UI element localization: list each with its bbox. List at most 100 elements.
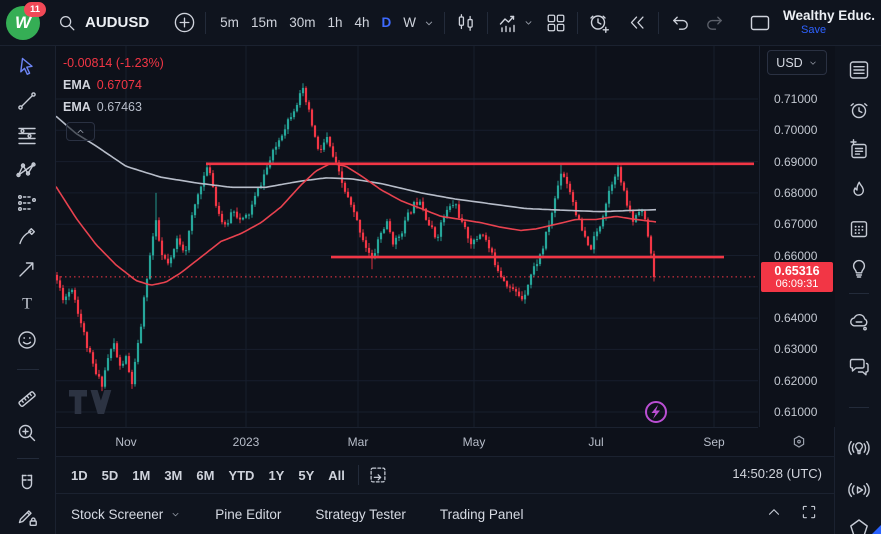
- layout-grid-icon[interactable]: [543, 10, 569, 36]
- chats-icon[interactable]: [845, 352, 873, 380]
- interval-w[interactable]: W: [397, 11, 422, 34]
- live-icon[interactable]: [845, 476, 873, 504]
- go-to-date-icon[interactable]: [365, 462, 391, 488]
- separator: [577, 12, 578, 34]
- ema2-value: 0.67463: [97, 100, 142, 114]
- text-icon[interactable]: T: [13, 289, 41, 317]
- interval-4h[interactable]: 4h: [349, 11, 376, 34]
- tab-trading-panel[interactable]: Trading Panel: [440, 507, 524, 522]
- price-tick-0.71000: 0.71000: [774, 92, 817, 106]
- range-1d[interactable]: 1D: [64, 464, 95, 487]
- ideas-icon[interactable]: [845, 254, 873, 282]
- redo-icon[interactable]: [701, 10, 727, 36]
- indicators-chevron-icon[interactable]: [522, 16, 535, 29]
- panel-maximize-icon[interactable]: [798, 501, 820, 523]
- range-3m[interactable]: 3M: [157, 464, 189, 487]
- corner-resize-marker: [872, 525, 881, 534]
- watchlist-icon[interactable]: [845, 56, 873, 84]
- price-tick-0.62000: 0.62000: [774, 374, 817, 388]
- interval-15m[interactable]: 15m: [245, 11, 283, 34]
- shapes-icon[interactable]: [845, 514, 873, 534]
- save-button[interactable]: Save: [801, 24, 875, 37]
- legend-change-row[interactable]: -0.00814 (-1.23%): [63, 52, 164, 74]
- price-tick-0.70000: 0.70000: [774, 123, 817, 137]
- alert-plus-icon[interactable]: [586, 10, 612, 36]
- svg-text:T: T: [22, 296, 32, 313]
- range-5d[interactable]: 5D: [95, 464, 126, 487]
- legend-ema1-row[interactable]: EMA 0.67074: [63, 74, 164, 96]
- interval-5m[interactable]: 5m: [214, 11, 245, 34]
- change-value: -0.00814 (-1.23%): [63, 56, 164, 70]
- fullscreen-rect-icon[interactable]: [747, 10, 773, 36]
- tab-label: Stock Screener: [71, 507, 163, 522]
- app-logo[interactable]: W 11: [6, 6, 40, 40]
- separator: [487, 12, 488, 34]
- range-6m[interactable]: 6M: [189, 464, 221, 487]
- tab-stock-screener[interactable]: Stock Screener: [71, 507, 181, 522]
- price-tick-0.68000: 0.68000: [774, 186, 817, 200]
- chart-style-candles-icon[interactable]: [453, 10, 479, 36]
- cursor-icon[interactable]: [13, 52, 41, 80]
- toolbar-divider: [849, 293, 869, 294]
- separator: [205, 12, 206, 34]
- range-1y[interactable]: 1Y: [261, 464, 291, 487]
- price-tick-0.69000: 0.69000: [774, 155, 817, 169]
- search-icon[interactable]: [54, 10, 80, 36]
- bottom-panel-tabs: Stock Screener Pine Editor Strategy Tester…: [56, 493, 834, 534]
- tradingview-app: W 11 AUDUSD 5m15m30m1h4hDW: [0, 0, 881, 534]
- brush-icon[interactable]: [13, 222, 41, 250]
- last-price-label: 0.65316 06:09:31: [761, 262, 833, 292]
- range-5y[interactable]: 5Y: [291, 464, 321, 487]
- hotlists-icon[interactable]: [845, 176, 873, 204]
- panel-expand-chevron-icon[interactable]: [763, 501, 785, 523]
- lock-drawing-icon[interactable]: [13, 502, 41, 530]
- interval-chevron-icon[interactable]: [422, 16, 436, 30]
- news-icon[interactable]: [845, 136, 873, 164]
- range-ytd[interactable]: YTD: [221, 464, 261, 487]
- calendar-icon[interactable]: [845, 215, 873, 243]
- legend-ema2-row[interactable]: EMA 0.67463: [63, 96, 164, 118]
- zoom-in-icon[interactable]: [13, 419, 41, 447]
- trend-line-icon[interactable]: [13, 87, 41, 115]
- tab-strategy-tester[interactable]: Strategy Tester: [315, 507, 406, 522]
- fib-retracement-icon[interactable]: [13, 122, 41, 150]
- price-axis[interactable]: USD 0.65316 06:09:31 0.71000 0.70000 0.690…: [759, 46, 835, 427]
- bar-replay-icon[interactable]: [624, 10, 650, 36]
- ema1-label: EMA: [63, 78, 91, 92]
- arrow-marker-icon[interactable]: [13, 255, 41, 283]
- symbol-search-button[interactable]: AUDUSD: [85, 14, 149, 31]
- clock-utc[interactable]: 14:50:28 (UTC): [732, 466, 822, 481]
- undo-icon[interactable]: [667, 10, 693, 36]
- ruler-icon[interactable]: [13, 385, 41, 413]
- compare-add-icon[interactable]: [171, 10, 197, 36]
- time-tick-Sep: Sep: [703, 435, 724, 449]
- magnet-icon[interactable]: [13, 469, 41, 497]
- xabcd-pattern-icon[interactable]: [13, 156, 41, 184]
- tab-pine-editor[interactable]: Pine Editor: [215, 507, 281, 522]
- interval-buttons: 5m15m30m1h4hDW: [214, 11, 422, 34]
- chart-pane: -0.00814 (-1.23%) EMA 0.67074 EMA 0.6746…: [56, 46, 834, 534]
- alerts-icon[interactable]: [845, 96, 873, 124]
- range-all[interactable]: All: [321, 464, 352, 487]
- interval-1h[interactable]: 1h: [321, 11, 348, 34]
- account-name: Wealthy Educ.: [783, 8, 875, 24]
- interval-30m[interactable]: 30m: [283, 11, 321, 34]
- ema1-value: 0.67074: [97, 78, 142, 92]
- chat-cloud-icon[interactable]: [845, 308, 873, 336]
- legend-collapse-button[interactable]: [66, 122, 95, 141]
- chart-canvas[interactable]: -0.00814 (-1.23%) EMA 0.67074 EMA 0.6746…: [56, 46, 758, 427]
- time-axis[interactable]: Nov2023MarMayJulSep: [56, 427, 758, 457]
- projection-icon[interactable]: [13, 189, 41, 217]
- chevron-down-icon: [170, 509, 181, 520]
- notification-badge: 11: [24, 2, 46, 17]
- currency-toggle-button[interactable]: USD: [767, 50, 827, 75]
- indicators-icon[interactable]: [496, 10, 522, 36]
- axis-settings-icon[interactable]: [791, 434, 807, 450]
- streams-icon[interactable]: [845, 434, 873, 462]
- separator: [658, 12, 659, 34]
- emoji-icon[interactable]: [13, 326, 41, 354]
- account-menu[interactable]: Wealthy Educ. Save: [783, 8, 875, 36]
- time-tick-May: May: [463, 435, 486, 449]
- range-1m[interactable]: 1M: [125, 464, 157, 487]
- interval-d[interactable]: D: [376, 11, 398, 34]
